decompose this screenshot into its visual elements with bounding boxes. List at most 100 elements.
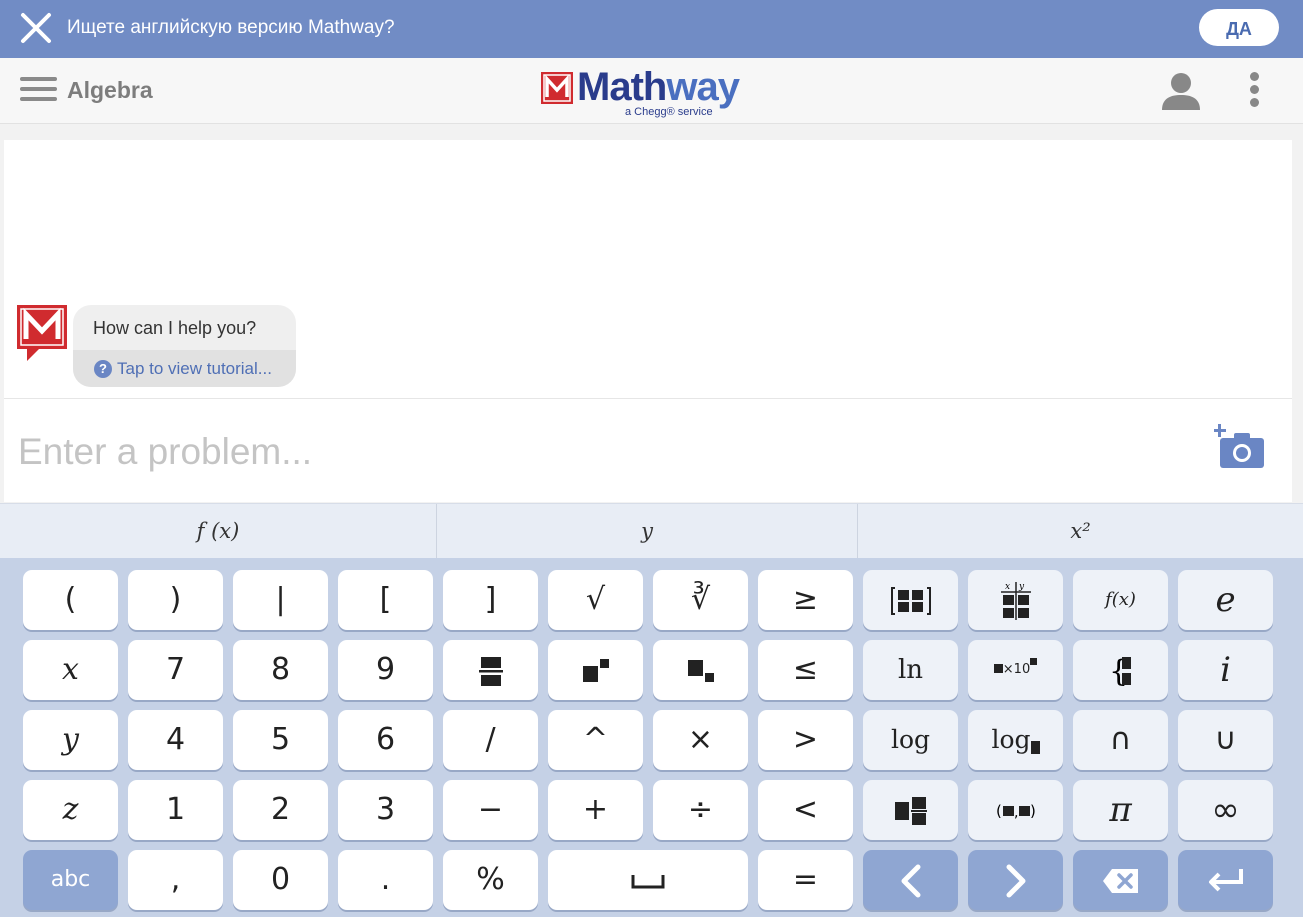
tab-variables[interactable]: y: [437, 504, 858, 559]
logo-mark-icon: [541, 72, 573, 104]
math-keypad: ( ) | [ ] √ ∛ ≥ xy f(x) e x 7 8 9 ≤ ln ×…: [0, 558, 1303, 917]
bot-message-bubble: How can I help you? ? Tap to view tutori…: [73, 305, 296, 387]
key-5[interactable]: 5: [233, 710, 328, 770]
svg-text:y: y: [1018, 582, 1025, 592]
key-space[interactable]: [548, 850, 748, 910]
banner-message: Ищете английскую версию Mathway?: [67, 17, 395, 38]
key-sqrt[interactable]: √: [548, 570, 643, 630]
key-intersection[interactable]: ∩: [1073, 710, 1168, 770]
key-x[interactable]: x: [23, 640, 118, 700]
key-abc[interactable]: abc: [23, 850, 118, 910]
subject-title[interactable]: Algebra: [67, 77, 153, 104]
key-open-bracket[interactable]: [: [338, 570, 433, 630]
key-6[interactable]: 6: [338, 710, 433, 770]
key-log-base[interactable]: log: [968, 710, 1063, 770]
key-table[interactable]: xy: [968, 570, 1063, 630]
tutorial-link-label: Tap to view tutorial...: [117, 359, 272, 378]
key-interval[interactable]: (,): [968, 780, 1063, 840]
key-z[interactable]: z: [23, 780, 118, 840]
svg-text:): ): [1030, 802, 1036, 820]
key-i[interactable]: i: [1178, 640, 1273, 700]
key-close-bracket[interactable]: ]: [443, 570, 538, 630]
camera-icon[interactable]: [1214, 424, 1266, 470]
close-icon[interactable]: [18, 10, 54, 46]
key-minus[interactable]: −: [443, 780, 538, 840]
key-4[interactable]: 4: [128, 710, 223, 770]
key-pi[interactable]: π: [1073, 780, 1168, 840]
user-icon[interactable]: [1161, 72, 1201, 110]
key-comma[interactable]: ,: [128, 850, 223, 910]
key-dot[interactable]: .: [338, 850, 433, 910]
backspace-icon[interactable]: [1073, 850, 1168, 910]
key-open-paren[interactable]: (: [23, 570, 118, 630]
key-plus[interactable]: +: [548, 780, 643, 840]
arrow-right-icon[interactable]: [968, 850, 1063, 910]
mathway-logo: Mathway a Chegg® service: [541, 65, 751, 121]
key-y[interactable]: y: [23, 710, 118, 770]
bot-greeting: How can I help you?: [93, 318, 257, 338]
tab-powers[interactable]: x²: [858, 504, 1303, 559]
key-nth-root[interactable]: ∛: [653, 570, 748, 630]
key-close-paren[interactable]: ): [128, 570, 223, 630]
key-abs[interactable]: |: [233, 570, 328, 630]
svg-text:,: ,: [1014, 805, 1018, 821]
tab-functions[interactable]: f (x): [0, 504, 437, 559]
key-ln[interactable]: ln: [863, 640, 958, 700]
bot-avatar-icon: [17, 305, 67, 361]
key-times[interactable]: ×: [653, 710, 748, 770]
key-scientific[interactable]: ×10: [968, 640, 1063, 700]
key-less[interactable]: <: [758, 780, 853, 840]
power-icon: [582, 658, 609, 682]
svg-text:(: (: [996, 802, 1002, 820]
fraction-icon: [478, 656, 503, 686]
piecewise-icon: {: [1109, 654, 1131, 689]
space-icon: [631, 874, 665, 888]
key-infinity[interactable]: ∞: [1178, 780, 1273, 840]
subscript-icon: [687, 659, 714, 682]
key-percent[interactable]: %: [443, 850, 538, 910]
key-matrix[interactable]: [863, 570, 958, 630]
arrow-left-icon[interactable]: [863, 850, 958, 910]
key-3[interactable]: 3: [338, 780, 433, 840]
key-0[interactable]: 0: [233, 850, 328, 910]
enter-icon[interactable]: [1178, 850, 1273, 910]
key-9[interactable]: 9: [338, 640, 433, 700]
problem-input[interactable]: [18, 427, 1168, 477]
chat-panel: How can I help you? ? Tap to view tutori…: [4, 140, 1292, 398]
app-header: Algebra Mathway a Chegg® service: [0, 58, 1303, 124]
key-7[interactable]: 7: [128, 640, 223, 700]
key-fraction[interactable]: [443, 640, 538, 700]
key-subscript[interactable]: [653, 640, 748, 700]
key-2[interactable]: 2: [233, 780, 328, 840]
key-e[interactable]: e: [1178, 570, 1273, 630]
interval-icon: (,): [996, 802, 1036, 821]
problem-input-area: [4, 398, 1292, 502]
key-mixed-number[interactable]: [863, 780, 958, 840]
key-caret[interactable]: ^: [548, 710, 643, 770]
key-power[interactable]: [548, 640, 643, 700]
more-vertical-icon[interactable]: [1244, 72, 1264, 112]
yes-button[interactable]: ДА: [1199, 9, 1279, 46]
tutorial-link[interactable]: ? Tap to view tutorial...: [73, 350, 296, 387]
key-8[interactable]: 8: [233, 640, 328, 700]
key-1[interactable]: 1: [128, 780, 223, 840]
hamburger-icon[interactable]: [20, 77, 57, 103]
key-divide-slash[interactable]: /: [443, 710, 538, 770]
logo-subtitle: a Chegg® service: [625, 106, 713, 118]
key-union[interactable]: ∪: [1178, 710, 1273, 770]
key-leq[interactable]: ≤: [758, 640, 853, 700]
key-divide[interactable]: ÷: [653, 780, 748, 840]
key-piecewise[interactable]: {: [1073, 640, 1168, 700]
mixed-number-icon: [894, 796, 927, 825]
help-icon: ?: [94, 360, 112, 378]
key-log[interactable]: log: [863, 710, 958, 770]
key-greater[interactable]: >: [758, 710, 853, 770]
table-icon: xy: [1000, 581, 1031, 620]
language-banner: Ищете английскую версию Mathway? ДА: [0, 0, 1303, 58]
svg-text:x: x: [1005, 582, 1010, 592]
keypad-tabs: f (x) y x²: [0, 503, 1303, 559]
key-equals[interactable]: =: [758, 850, 853, 910]
key-function[interactable]: f(x): [1073, 570, 1168, 630]
key-geq[interactable]: ≥: [758, 570, 853, 630]
matrix-icon: [890, 586, 931, 615]
